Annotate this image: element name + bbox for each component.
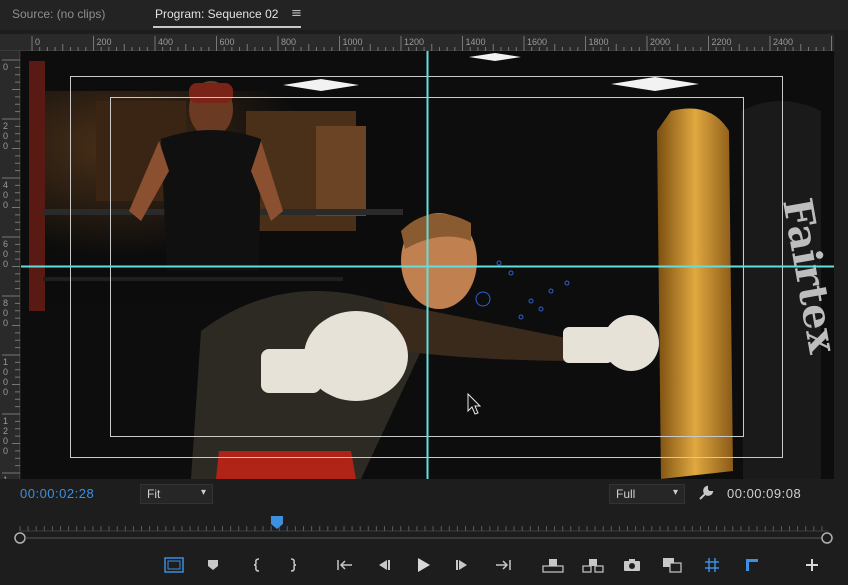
ruler-label: 800 [3, 298, 8, 328]
ruler-label: 1000 [343, 37, 363, 47]
vertical-ruler-svg: 0 200 400 600 800 1000 1200 1400 [2, 59, 20, 479]
ruler-label: 1200 [3, 416, 8, 456]
time-ruler-scrubber[interactable] [0, 510, 848, 546]
program-monitor-video[interactable]: Fairtex [21, 51, 834, 479]
mark-in-icon[interactable] [245, 553, 269, 577]
horizontal-ruler[interactable]: 0 200 400 600 800 1000 1200 1400 1600 1800 2000 220… [0, 34, 834, 51]
ruler-label: 200 [3, 121, 8, 151]
camera-icon[interactable] [620, 553, 644, 577]
zoom-handle-right[interactable] [821, 532, 833, 544]
vertical-ruler[interactable]: 0 200 400 600 800 1000 1200 1400 [0, 51, 20, 479]
ruler-label: 1400 [466, 37, 486, 47]
step-back-icon[interactable] [371, 553, 395, 577]
ruler-label: 800 [281, 37, 296, 47]
ruler-label: 200 [97, 37, 112, 47]
chevron-down-icon: ▾ [200, 487, 206, 498]
ruler-label: 2000 [650, 37, 670, 47]
wrench-icon[interactable] [698, 485, 714, 501]
lift-icon[interactable] [541, 553, 565, 577]
zoom-level-value: Fit [147, 487, 161, 501]
ruler-label: 2400 [773, 37, 793, 47]
ruler-label: 2200 [712, 37, 732, 47]
ruler-label: 1800 [589, 37, 609, 47]
ruler-label: 0 [3, 62, 8, 72]
ruler-label: 1600 [527, 37, 547, 47]
ruler-label: 0 [35, 37, 40, 47]
ruler-label: 400 [3, 180, 8, 210]
sequence-duration: 00:00:09:08 [727, 486, 802, 501]
active-tab-underline [153, 26, 301, 28]
safe-margins-icon[interactable] [162, 553, 186, 577]
horizontal-ruler-svg: 0 200 400 600 800 1000 1200 1400 1600 1800 2000 220… [31, 36, 832, 51]
ruler-label: 600 [3, 239, 8, 269]
tab-program-monitor[interactable]: Program: Sequence 02 [155, 7, 278, 21]
transport-controls [0, 549, 848, 581]
ruler-label: 1200 [404, 37, 424, 47]
zoom-level-select[interactable]: Fit ▾ [140, 484, 213, 504]
playhead-timecode[interactable]: 00:00:02:28 [20, 486, 94, 501]
playback-resolution-value: Full [616, 487, 636, 501]
scrubber-svg [14, 516, 833, 544]
playhead-marker[interactable] [270, 516, 283, 529]
timecode-bar: 00:00:02:28 Fit ▾ Full ▾ 00:00:09:08 [0, 481, 848, 507]
punching-bag [657, 108, 733, 479]
extract-icon[interactable] [581, 553, 605, 577]
guides-icon[interactable] [700, 553, 724, 577]
panel-menu-icon[interactable]: ≡ [291, 6, 302, 21]
ruler-label: 1000 [3, 357, 8, 397]
rulers-icon[interactable] [740, 553, 764, 577]
playback-resolution-select[interactable]: Full ▾ [609, 484, 685, 504]
panel-tab-bar: Source: (no clips) Program: Sequence 02 … [0, 0, 848, 30]
comparison-view-icon[interactable] [660, 553, 684, 577]
play-icon[interactable] [411, 553, 435, 577]
video-frame: Fairtex [21, 51, 834, 479]
mark-out-icon[interactable] [281, 553, 305, 577]
ruler-label: 600 [220, 37, 235, 47]
chevron-down-icon: ▾ [672, 487, 678, 498]
zoom-handle-left[interactable] [14, 532, 26, 544]
ruler-label: 1400 [3, 475, 8, 479]
go-to-in-icon[interactable] [333, 553, 357, 577]
go-to-out-icon[interactable] [491, 553, 515, 577]
plus-icon[interactable] [800, 553, 824, 577]
ruler-label: 400 [158, 37, 173, 47]
tab-source-monitor[interactable]: Source: (no clips) [12, 7, 105, 21]
marker-icon[interactable] [201, 553, 225, 577]
step-forward-icon[interactable] [451, 553, 475, 577]
